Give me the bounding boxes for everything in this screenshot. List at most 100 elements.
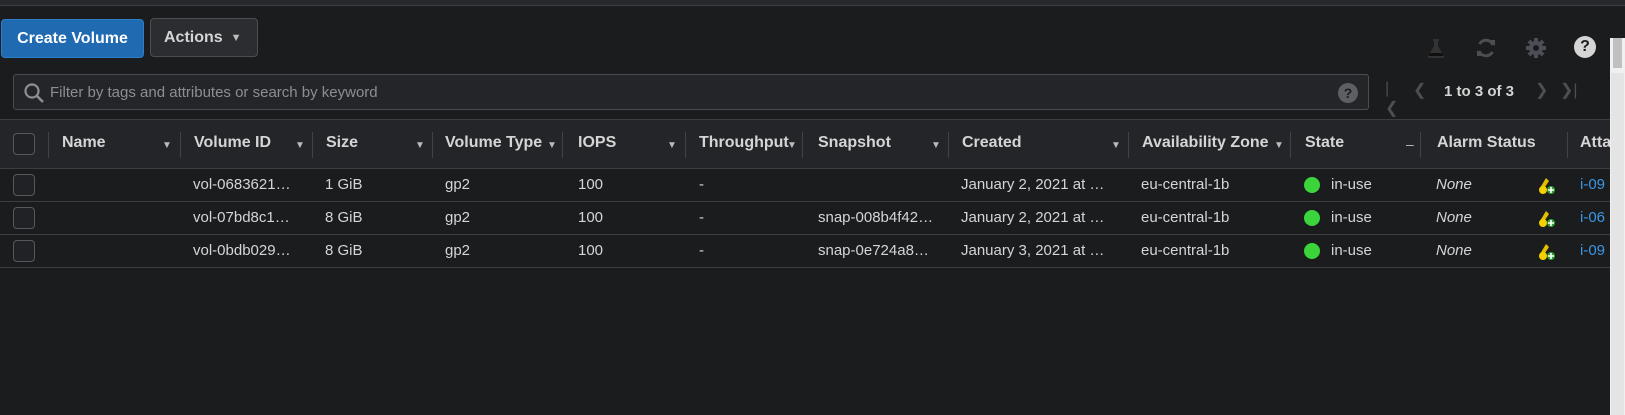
create-volume-button[interactable]: Create Volume <box>1 19 144 58</box>
sort-icon[interactable]: ▼ <box>295 140 305 151</box>
column-separator <box>948 132 949 158</box>
cell-throughput: - <box>699 209 704 226</box>
state-in-use-icon <box>1304 177 1320 193</box>
cell-created: January 2, 2021 at … <box>961 209 1105 226</box>
previous-page-icon[interactable]: ❮ <box>1413 80 1426 100</box>
actions-dropdown-button[interactable]: Actions ▼ <box>150 18 258 57</box>
flask-icon[interactable] <box>1424 36 1448 60</box>
cell-volume-type: gp2 <box>445 176 471 193</box>
cell-attachment-link[interactable]: i-09 <box>1580 242 1605 259</box>
create-alarm-icon[interactable] <box>1536 240 1558 267</box>
cell-attachment-link[interactable]: i-06 <box>1580 209 1605 226</box>
cell-created: January 3, 2021 at … <box>961 242 1105 259</box>
cell-alarm-status: None <box>1436 176 1472 193</box>
row-checkbox[interactable] <box>13 240 35 262</box>
sort-icon[interactable]: ▼ <box>547 140 557 151</box>
cell-availability-zone: eu-central-1b <box>1141 209 1230 226</box>
create-alarm-icon[interactable] <box>1536 174 1558 201</box>
column-separator <box>180 132 181 158</box>
next-page-icon[interactable]: ❯ <box>1535 80 1548 100</box>
column-separator <box>1420 132 1421 158</box>
column-header-iops[interactable]: IOPS <box>578 134 616 152</box>
select-all-checkbox[interactable] <box>13 133 35 155</box>
first-page-icon[interactable]: |❮ <box>1385 80 1398 118</box>
column-separator <box>1567 132 1568 158</box>
column-header-volume-id[interactable]: Volume ID <box>194 134 271 152</box>
row-checkbox[interactable] <box>13 207 35 229</box>
scrollbar-track[interactable] <box>1611 73 1624 415</box>
sort-icon[interactable]: ▼ <box>415 140 425 151</box>
cell-size: 1 GiB <box>325 176 363 193</box>
table-row[interactable]: vol-0683621… 1 GiB gp2 100 - January 2, … <box>0 169 1610 202</box>
column-header-created[interactable]: Created <box>962 134 1022 152</box>
cell-created: January 2, 2021 at … <box>961 176 1105 193</box>
cell-iops: 100 <box>578 176 604 193</box>
vertical-scrollbar[interactable] <box>1610 38 1625 415</box>
sort-icon[interactable]: ▼ <box>1111 140 1121 151</box>
column-header-attachment[interactable]: Atta <box>1580 134 1611 152</box>
sort-icon[interactable]: ▼ <box>1274 140 1284 151</box>
top-bar <box>0 0 1625 6</box>
refresh-icon[interactable] <box>1474 36 1498 60</box>
cell-snapshot: snap-008b4f42… <box>818 209 934 226</box>
cell-throughput: - <box>699 176 704 193</box>
column-header-size[interactable]: Size <box>326 134 358 152</box>
cell-attachment-link[interactable]: i-09 <box>1580 176 1605 193</box>
column-separator <box>1290 132 1291 158</box>
cell-state: in-use <box>1331 176 1372 193</box>
cell-size: 8 GiB <box>325 242 363 259</box>
column-header-throughput[interactable]: Throughput <box>699 134 789 152</box>
cell-alarm-status: None <box>1436 242 1472 259</box>
last-page-icon[interactable]: ❯| <box>1560 80 1578 100</box>
table-row[interactable]: vol-07bd8c1… 8 GiB gp2 100 - snap-008b4f… <box>0 202 1610 235</box>
column-separator <box>1128 132 1129 158</box>
table-row[interactable]: vol-0bdb029… 8 GiB gp2 100 - snap-0e724a… <box>0 235 1610 268</box>
search-placeholder: Filter by tags and attributes or search … <box>50 84 378 101</box>
cell-volume-type: gp2 <box>445 209 471 226</box>
column-header-volume-type[interactable]: Volume Type <box>445 134 542 152</box>
state-in-use-icon <box>1304 243 1320 259</box>
cell-throughput: - <box>699 242 704 259</box>
column-header-alarm-status[interactable]: Alarm Status <box>1437 134 1536 152</box>
sort-icon[interactable]: ▼ <box>931 140 941 151</box>
cell-size: 8 GiB <box>325 209 363 226</box>
column-separator <box>432 132 433 158</box>
search-input[interactable]: Filter by tags and attributes or search … <box>13 74 1369 110</box>
column-header-snapshot[interactable]: Snapshot <box>818 134 891 152</box>
cell-volume-id: vol-07bd8c1… <box>193 209 290 226</box>
cell-snapshot: snap-0e724a8… <box>818 242 929 259</box>
cell-volume-type: gp2 <box>445 242 471 259</box>
column-separator <box>312 132 313 158</box>
cell-availability-zone: eu-central-1b <box>1141 176 1230 193</box>
column-separator <box>48 132 49 158</box>
search-icon <box>23 82 45 109</box>
cell-iops: 100 <box>578 209 604 226</box>
row-checkbox[interactable] <box>13 174 35 196</box>
state-in-use-icon <box>1304 210 1320 226</box>
scrollbar-thumb[interactable] <box>1613 38 1622 68</box>
column-separator <box>685 132 686 158</box>
chevron-down-icon: ▼ <box>230 31 242 44</box>
column-header-availability-zone[interactable]: Availability Zone <box>1142 134 1269 152</box>
column-separator <box>802 132 803 158</box>
help-icon[interactable]: ? <box>1574 36 1596 58</box>
actions-label: Actions <box>164 28 223 46</box>
search-help-icon[interactable]: ? <box>1338 83 1358 103</box>
pagination-range: 1 to 3 of 3 <box>1444 83 1515 100</box>
column-header-state[interactable]: State <box>1305 134 1344 152</box>
gear-icon[interactable] <box>1524 36 1548 60</box>
sort-neutral-icon[interactable]: – <box>1406 136 1414 152</box>
column-separator <box>562 132 563 158</box>
cell-alarm-status: None <box>1436 209 1472 226</box>
sort-icon[interactable]: ▼ <box>787 140 797 151</box>
cell-state: in-use <box>1331 209 1372 226</box>
column-header-name[interactable]: Name <box>62 134 106 152</box>
cell-iops: 100 <box>578 242 604 259</box>
cell-volume-id: vol-0683621… <box>193 176 291 193</box>
cell-state: in-use <box>1331 242 1372 259</box>
sort-icon[interactable]: ▼ <box>162 140 172 151</box>
create-alarm-icon[interactable] <box>1536 207 1558 234</box>
sort-icon[interactable]: ▼ <box>667 140 677 151</box>
cell-volume-id: vol-0bdb029… <box>193 242 291 259</box>
cell-availability-zone: eu-central-1b <box>1141 242 1230 259</box>
